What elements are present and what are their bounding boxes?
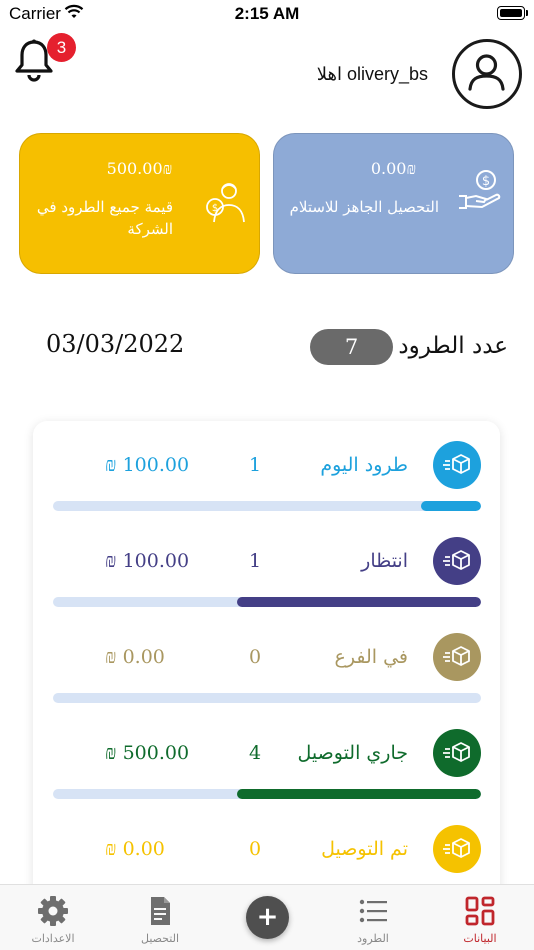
svg-text:$: $ [482,174,490,189]
parcel-box-icon [433,633,481,681]
notification-badge: 3 [47,33,76,62]
row-progress-bar [53,597,481,607]
tab-data-label: البيانات [463,933,497,945]
company-total-card[interactable]: 500.00₪ قيمة جميع الطرود في الشركة $ [19,133,260,274]
row-count: 1 [248,454,262,476]
gear-icon [37,895,69,927]
tab-settings-label: الاعدادات [31,933,75,945]
dashboard-grid-icon [464,895,496,927]
add-parcel-button[interactable]: + [246,896,289,939]
row-label: تم التوصيل [321,838,408,860]
row-progress-bar [53,693,481,703]
tab-settings[interactable]: الاعدادات [3,885,103,950]
profile-avatar-icon[interactable] [452,39,522,109]
status-list-panel: طرود اليوم 1 ₪ 100.00 انتظار 1 ₪ 100.00 … [33,421,500,901]
row-label: في الفرع [334,646,408,668]
tab-parcels-label: الطرود [357,933,389,945]
svg-text:$: $ [212,203,218,214]
row-label: انتظار [361,550,408,572]
status-row-branch[interactable]: في الفرع 0 ₪ 0.00 [33,613,500,709]
status-row-waiting[interactable]: انتظار 1 ₪ 100.00 [33,517,500,613]
document-icon [144,895,176,927]
tab-parcels[interactable]: الطرود [323,885,423,950]
row-count: 0 [248,646,262,668]
row-progress-bar [53,789,481,799]
row-count: 0 [248,838,262,860]
row-amount: ₪ 0.00 [105,838,165,860]
row-amount: ₪ 500.00 [105,742,190,764]
row-count: 4 [248,742,262,764]
parcel-box-icon [433,729,481,777]
row-amount: ₪ 100.00 [105,454,190,476]
status-bar: Carrier 2:15 AM [0,0,534,28]
clock: 2:15 AM [234,4,300,23]
current-date: 03/03/2022 [46,330,185,358]
parcel-box-icon [433,441,481,489]
company-total-label: قيمة جميع الطرود في الشركة [36,198,173,238]
row-progress-bar [53,501,481,511]
row-label: طرود اليوم [320,454,408,476]
row-label: جاري التوصيل [297,742,409,764]
battery-icon [497,6,525,20]
parcel-count-badge: 7 [310,329,393,365]
parcel-box-icon [433,537,481,585]
company-total-amount: 500.00₪ [106,159,173,178]
tab-data[interactable]: البيانات [430,885,530,950]
row-amount: ₪ 100.00 [105,550,190,572]
tab-collection[interactable]: التحصيل [110,885,210,950]
tab-collection-label: التحصيل [140,933,180,945]
status-row-today[interactable]: طرود اليوم 1 ₪ 100.00 [33,421,500,517]
row-count: 1 [248,550,262,572]
status-row-in-delivery[interactable]: جاري التوصيل 4 ₪ 500.00 [33,709,500,805]
list-icon [357,895,389,927]
row-amount: ₪ 0.00 [105,646,165,668]
ready-collection-card[interactable]: 0.00₪ التحصيل الجاهز للاستلام $ [273,133,514,274]
greeting-text: اهلا olivery_bs [316,64,428,84]
money-person-icon: $ [202,178,250,230]
battery-cap [526,10,528,16]
parcel-box-icon [433,825,481,873]
parcel-count-label: عدد الطرود [398,333,508,359]
hand-coin-icon: $ [456,166,504,218]
ready-collection-label: التحصيل الجاهز للاستلام [289,198,439,216]
